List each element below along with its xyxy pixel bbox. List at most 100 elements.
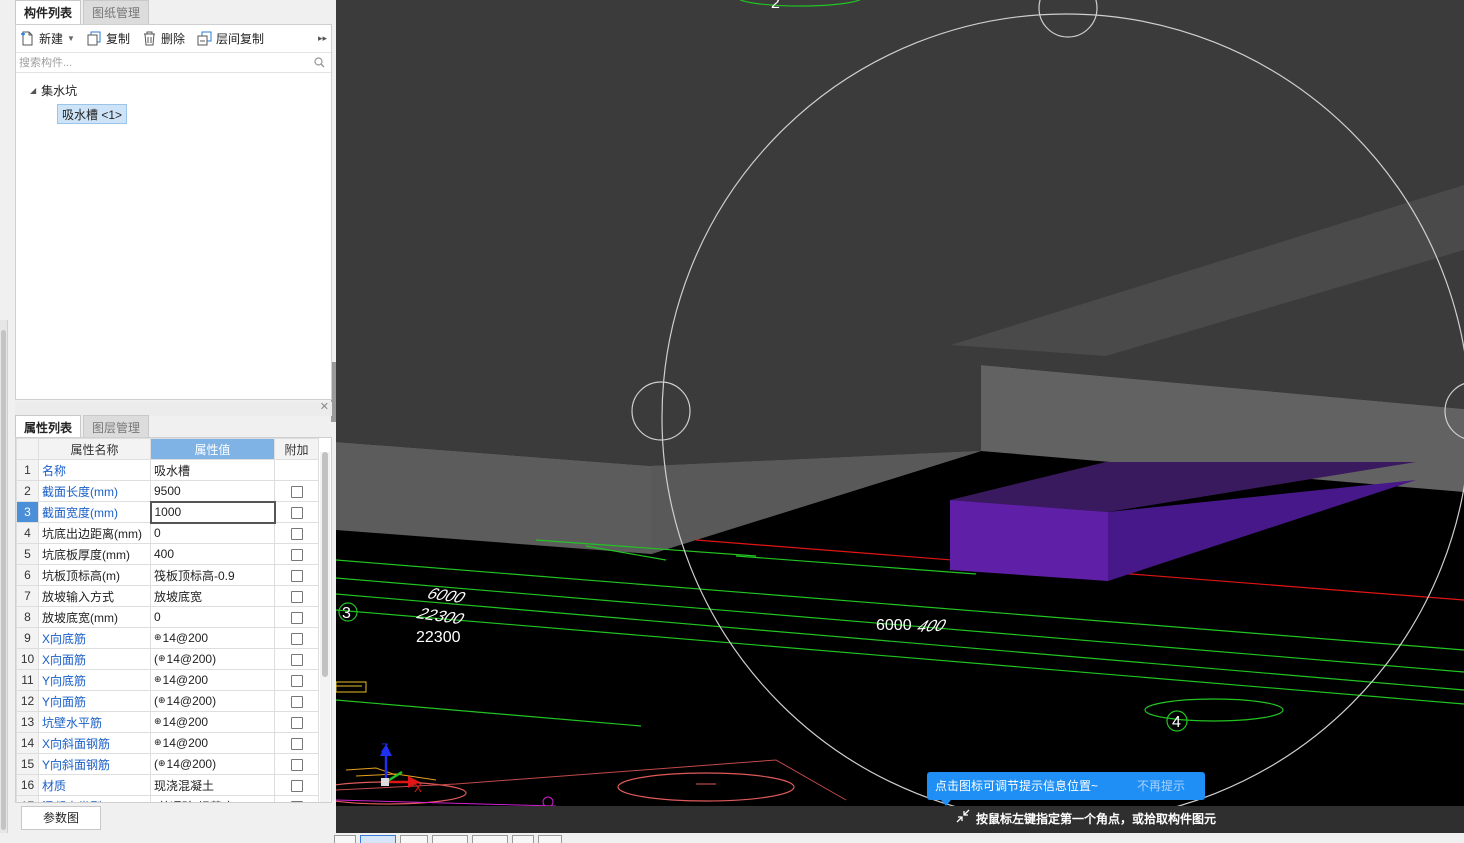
bottom-tool-3[interactable] [400, 835, 428, 843]
new-button[interactable]: 新建 ▼ [20, 30, 75, 47]
property-row[interactable]: 6 坑板顶标高(m) 筏板顶标高-0.9 [16, 564, 319, 586]
tree-expand-icon[interactable]: ◢ [30, 86, 36, 95]
extra-checkbox[interactable] [290, 569, 303, 582]
tab-drawing-management[interactable]: 图纸管理 [83, 0, 150, 24]
bottom-tool-5[interactable] [472, 835, 508, 843]
property-row[interactable]: 4 坑底出边距离(mm) 0 [16, 522, 319, 544]
property-row[interactable]: 15 Y向斜面钢筋 (⊕14@200) [16, 753, 319, 775]
header-property-value[interactable]: 属性值 [150, 438, 275, 460]
property-row[interactable]: 11 Y向底筋 ⊕14@200 [16, 669, 319, 691]
row-index[interactable]: 8 [16, 606, 39, 628]
outer-scrollbar[interactable] [0, 320, 8, 843]
property-row[interactable]: 17混凝土类型(普通砼(坍落度10… [16, 795, 319, 802]
row-index[interactable]: 5 [16, 543, 39, 565]
property-value[interactable]: 0 [150, 522, 275, 544]
extra-checkbox[interactable] [290, 590, 303, 603]
property-row[interactable]: 1 名称 吸水槽 [16, 459, 319, 481]
extra-checkbox[interactable] [290, 779, 303, 792]
extra-checkbox[interactable] [290, 674, 303, 687]
3d-scene[interactable]: 2 3 4 6000 22300 22300 6000 400 Z X [336, 0, 1464, 843]
search-input[interactable] [19, 56, 309, 69]
row-index[interactable]: 16 [16, 774, 39, 796]
row-index[interactable]: 13 [16, 711, 39, 733]
property-value[interactable]: ⊕14@200 [150, 732, 275, 754]
row-index[interactable]: 12 [16, 690, 39, 712]
property-value[interactable]: (普通砼(坍落度10… [150, 795, 275, 802]
property-value[interactable]: 1000 [149, 500, 276, 524]
search-icon[interactable] [314, 57, 325, 71]
property-value[interactable]: 0 [150, 606, 275, 628]
property-row[interactable]: 9 X向底筋 ⊕14@200 [16, 627, 319, 649]
property-value[interactable]: ⊕14@200 [150, 627, 275, 649]
property-row[interactable]: 13 坑壁水平筋 ⊕14@200 [16, 711, 319, 733]
property-value[interactable]: (⊕14@200) [150, 648, 275, 670]
property-row[interactable]: 2 截面长度(mm) 9500 [16, 480, 319, 502]
row-index[interactable]: 17 [16, 795, 39, 802]
toolbar-more-icon[interactable]: ▸▸ [318, 33, 327, 44]
row-index[interactable]: 1 [16, 459, 39, 481]
floor-copy-button[interactable]: 层间复制 [197, 30, 264, 47]
row-index[interactable]: 6 [16, 564, 39, 586]
copy-button[interactable]: 复制 [87, 30, 130, 47]
row-index[interactable]: 14 [16, 732, 39, 754]
property-row[interactable]: 16 材质 现浇混凝土 [16, 774, 319, 796]
extra-checkbox[interactable] [290, 695, 303, 708]
tip-bar[interactable]: 点击图标可调节提示信息位置~ 不再提示 [927, 772, 1205, 806]
property-value[interactable]: 放坡底宽 [150, 585, 275, 607]
property-row[interactable]: 7 放坡输入方式 放坡底宽 [16, 585, 319, 607]
row-index[interactable]: 11 [16, 669, 39, 691]
property-value[interactable]: 吸水槽 [150, 459, 275, 481]
property-value[interactable]: 400 [150, 543, 275, 565]
tab-property-list[interactable]: 属性列表 [15, 415, 82, 439]
tab-component-list[interactable]: 构件列表 [15, 0, 82, 24]
property-row[interactable]: 14 X向斜面钢筋 ⊕14@200 [16, 732, 319, 754]
property-value[interactable]: (⊕14@200) [150, 753, 275, 775]
property-row[interactable]: 3 截面宽度(mm) 1000 [16, 500, 319, 524]
header-property-name[interactable]: 属性名称 [38, 438, 151, 460]
extra-checkbox[interactable] [290, 800, 303, 802]
bottom-tool-4[interactable] [432, 835, 468, 843]
collapse-arrows-icon[interactable] [956, 806, 970, 833]
extra-checkbox[interactable] [290, 611, 303, 624]
property-value[interactable]: (⊕14@200) [150, 690, 275, 712]
row-index[interactable]: 3 [16, 501, 39, 523]
row-index[interactable]: 15 [16, 753, 39, 775]
row-index[interactable]: 9 [16, 627, 39, 649]
property-value[interactable]: 筏板顶标高-0.9 [150, 564, 275, 586]
row-index[interactable]: 7 [16, 585, 39, 607]
tree-item-suction-trough[interactable]: 吸水槽 <1> [57, 104, 128, 124]
new-dropdown-caret-icon[interactable]: ▼ [67, 34, 75, 43]
property-scrollbar[interactable] [320, 452, 330, 802]
property-row[interactable]: 10 X向面筋 (⊕14@200) [16, 648, 319, 670]
bottom-tool-7[interactable] [538, 835, 562, 843]
extra-checkbox[interactable] [290, 716, 303, 729]
3d-viewport[interactable]: 2 3 4 6000 22300 22300 6000 400 Z X 点击图标… [336, 0, 1464, 843]
parameter-diagram-button[interactable]: 参数图 [21, 806, 101, 830]
property-row[interactable]: 12 Y向面筋 (⊕14@200) [16, 690, 319, 712]
property-row[interactable]: 5 坑底板厚度(mm) 400 [16, 543, 319, 565]
bottom-tool-6[interactable] [512, 835, 534, 843]
bottom-tool-1[interactable] [334, 835, 356, 843]
row-index[interactable]: 10 [16, 648, 39, 670]
extra-checkbox[interactable] [290, 485, 303, 498]
extra-checkbox[interactable] [290, 758, 303, 771]
extra-checkbox[interactable] [290, 632, 303, 645]
tree-group-sump-pit[interactable]: ◢ 集水坑 [16, 79, 331, 101]
tab-layer-management[interactable]: 图层管理 [83, 415, 150, 439]
extra-checkbox[interactable] [290, 527, 303, 540]
bottom-tool-2[interactable] [360, 835, 396, 843]
row-index[interactable]: 4 [16, 522, 39, 544]
delete-button[interactable]: 删除 [142, 30, 185, 47]
property-value[interactable]: ⊕14@200 [150, 669, 275, 691]
property-value[interactable]: 现浇混凝土 [150, 774, 275, 796]
property-value[interactable]: ⊕14@200 [150, 711, 275, 733]
extra-checkbox[interactable] [290, 548, 303, 561]
header-extra[interactable]: 附加 [274, 438, 319, 460]
row-index[interactable]: 2 [16, 480, 39, 502]
dont-show-again-link[interactable]: 不再提示 [1137, 772, 1185, 800]
close-icon[interactable]: ✕ [320, 400, 329, 413]
extra-checkbox[interactable] [290, 653, 303, 666]
extra-checkbox[interactable] [290, 506, 303, 519]
extra-checkbox[interactable] [290, 737, 303, 750]
property-value[interactable]: 9500 [150, 480, 275, 502]
